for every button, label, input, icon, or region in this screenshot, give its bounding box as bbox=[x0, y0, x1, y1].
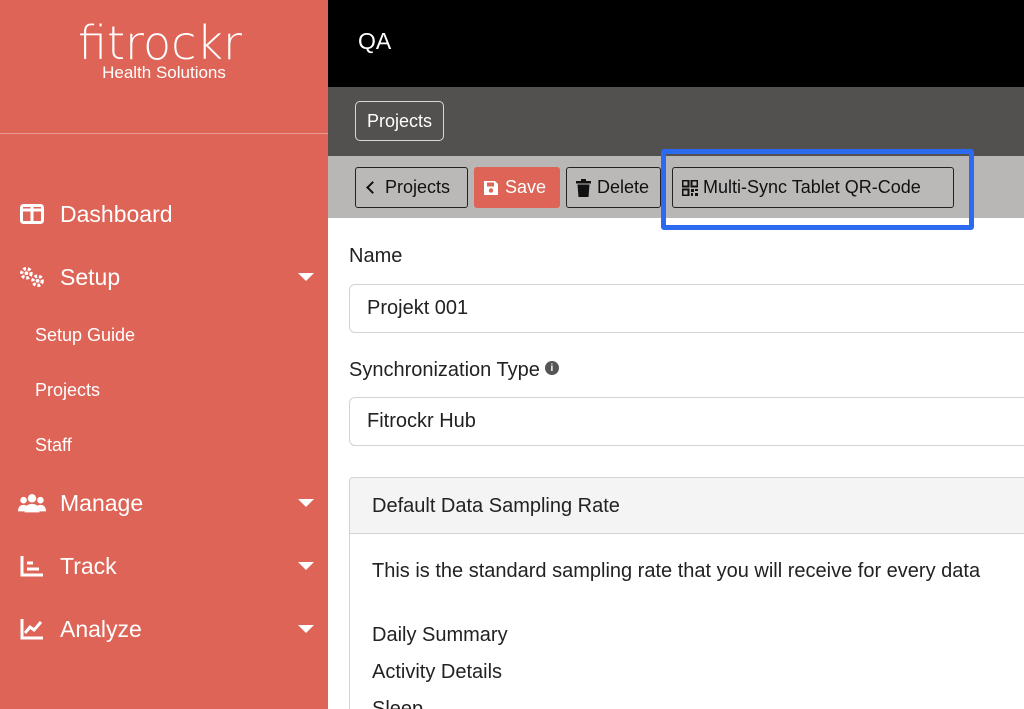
breadcrumb: Projects bbox=[328, 87, 1024, 156]
sidebar-item-label: Manage bbox=[60, 489, 144, 516]
logo-tagline: Health Solutions bbox=[102, 63, 226, 82]
floppy-disk-icon bbox=[483, 180, 499, 196]
sync-type-select[interactable]: Fitrockr Hub bbox=[349, 397, 1024, 446]
list-item: Sleep bbox=[372, 698, 424, 709]
sidebar-subitem-setup-guide[interactable]: Setup Guide bbox=[35, 325, 135, 346]
sidebar-item-manage[interactable]: Manage bbox=[0, 489, 328, 517]
save-button[interactable]: Save bbox=[474, 167, 560, 208]
sidebar-divider bbox=[0, 133, 328, 134]
chart-bar-icon bbox=[18, 554, 46, 578]
chevron-down-icon bbox=[298, 625, 314, 633]
chart-line-icon bbox=[18, 617, 46, 641]
sidebar-item-label: Analyze bbox=[60, 615, 142, 642]
sampling-rate-card: Default Data Sampling Rate This is the s… bbox=[349, 477, 1024, 709]
sidebar-item-label: Track bbox=[60, 552, 117, 579]
top-bar: QA bbox=[328, 0, 1024, 87]
delete-button[interactable]: Delete bbox=[566, 167, 661, 208]
back-to-projects-button[interactable]: Projects bbox=[355, 167, 468, 208]
dashboard-icon bbox=[18, 202, 46, 226]
name-input[interactable]: Projekt 001 bbox=[349, 284, 1024, 333]
card-description: This is the standard sampling rate that … bbox=[372, 560, 981, 582]
delete-label: Delete bbox=[597, 177, 650, 197]
sync-type-label: Synchronization Type i bbox=[349, 359, 559, 382]
sync-type-label-text: Synchronization Type bbox=[349, 359, 540, 381]
chevron-down-icon bbox=[298, 499, 314, 507]
sidebar-item-analyze[interactable]: Analyze bbox=[0, 615, 328, 643]
gears-icon bbox=[18, 265, 46, 289]
highlight-box bbox=[661, 149, 974, 230]
page-title: QA bbox=[358, 28, 392, 54]
chevron-down-icon bbox=[298, 562, 314, 570]
sidebar-item-label: Setup bbox=[60, 263, 121, 290]
breadcrumb-projects-button[interactable]: Projects bbox=[355, 101, 445, 141]
list-item: Daily Summary bbox=[372, 624, 508, 646]
sidebar-item-track[interactable]: Track bbox=[0, 552, 328, 580]
trash-icon bbox=[576, 178, 591, 197]
sidebar-subitem-staff[interactable]: Staff bbox=[35, 435, 72, 456]
chevron-left-icon bbox=[366, 181, 379, 194]
users-icon bbox=[18, 491, 46, 515]
list-item: Activity Details bbox=[372, 661, 503, 683]
logo: fitrockr Health Solutions bbox=[0, 14, 328, 82]
sidebar-item-dashboard[interactable]: Dashboard bbox=[0, 200, 328, 228]
sidebar: fitrockr Health Solutions Dashboard Setu… bbox=[0, 0, 328, 709]
sidebar-item-setup[interactable]: Setup bbox=[0, 263, 328, 291]
info-icon[interactable]: i bbox=[544, 361, 559, 375]
sidebar-subitem-projects[interactable]: Projects bbox=[35, 380, 100, 401]
card-header: Default Data Sampling Rate bbox=[350, 478, 1024, 534]
save-label: Save bbox=[505, 177, 547, 197]
sidebar-item-label: Dashboard bbox=[60, 200, 173, 227]
name-label: Name bbox=[349, 245, 403, 267]
chevron-down-icon bbox=[298, 273, 314, 281]
back-label: Projects bbox=[385, 177, 451, 197]
